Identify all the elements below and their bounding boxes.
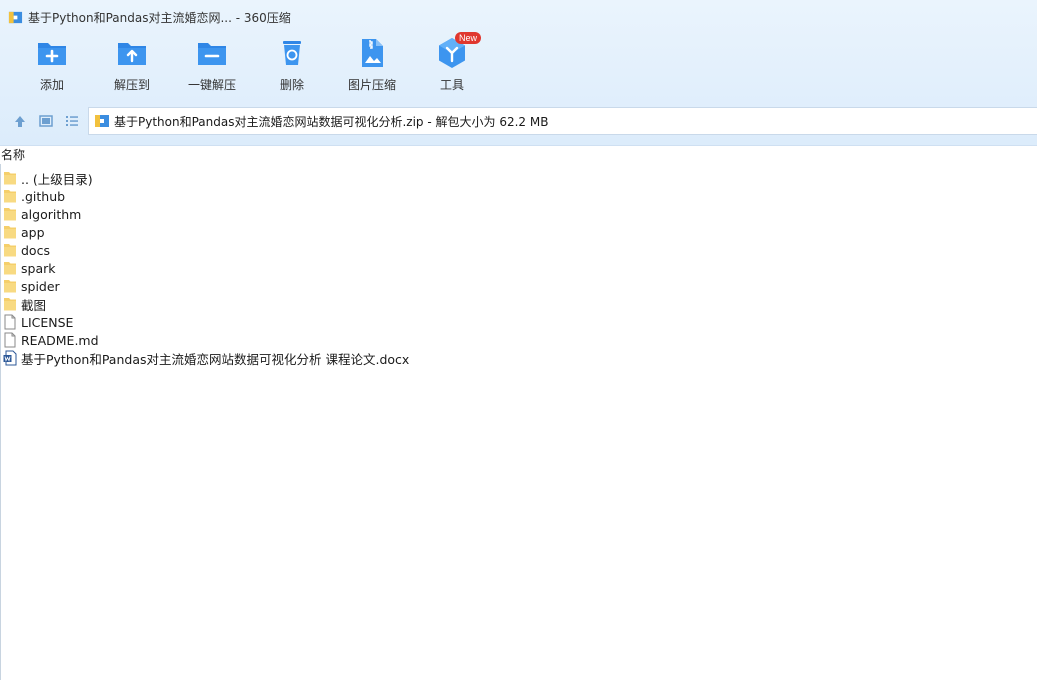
item-name: spider [21, 278, 60, 294]
file-icon [4, 314, 16, 330]
add-folder-icon [38, 43, 66, 65]
archive-icon [95, 115, 109, 127]
list-view-button[interactable] [63, 112, 81, 130]
file-row[interactable]: LICENSE [3, 313, 409, 331]
folder-icon [4, 298, 16, 311]
one-click-extract-icon [198, 43, 226, 65]
item-name: algorithm [21, 206, 82, 222]
item-name: .github [21, 188, 66, 204]
word-document-icon [3, 350, 17, 366]
tools-label: 工具 [439, 78, 464, 92]
folder-row[interactable]: algorithm [3, 205, 409, 223]
folder-row[interactable]: .. (上级目录) [3, 169, 409, 187]
image-compress-label: 图片压缩 [347, 78, 396, 92]
extract-to-icon [118, 43, 146, 65]
folder-row[interactable]: spider [3, 277, 409, 295]
extract-to-button[interactable]: 解压到 [92, 36, 172, 96]
arrow-up-icon [15, 116, 25, 127]
one-click-extract-button[interactable]: 一键解压 [172, 36, 252, 96]
file-icon [4, 332, 16, 348]
folder-icon [4, 280, 16, 293]
delete-label: 删除 [279, 78, 304, 92]
window-title: 基于Python和Pandas对主流婚恋网... - 360压缩 [28, 10, 291, 25]
delete-button[interactable]: 删除 [252, 36, 332, 96]
add-label: 添加 [39, 78, 64, 92]
folder-row[interactable]: app [3, 223, 409, 241]
item-name: spark [21, 260, 56, 276]
folder-icon [4, 244, 16, 257]
file-row[interactable]: 基于Python和Pandas对主流婚恋网站数据可视化分析 课程论文.docx [3, 349, 409, 367]
list-view-icon [66, 116, 78, 126]
one-click-extract-label: 一键解压 [187, 78, 236, 92]
folder-icon [4, 190, 16, 203]
toolbar: 添加 解压到 一键解压 删除 图片压缩 New 工具 [12, 32, 492, 96]
folder-row[interactable]: 截图 [3, 295, 409, 313]
add-button[interactable]: 添加 [12, 36, 92, 96]
up-button[interactable] [11, 112, 29, 130]
extract-to-label: 解压到 [113, 78, 150, 92]
new-badge: New [455, 32, 482, 44]
folder-row[interactable]: .github [3, 187, 409, 205]
top-bar: 基于Python和Pandas对主流婚恋网... - 360压缩 添加 解压到 [0, 0, 1037, 146]
address-text: 基于Python和Pandas对主流婚恋网站数据可视化分析.zip - 解包大小… [114, 114, 549, 129]
item-name: 截图 [21, 297, 47, 313]
app-logo-icon [8, 11, 23, 23]
image-compress-icon [362, 39, 383, 67]
tools-button[interactable]: New 工具 [412, 32, 492, 96]
item-name: docs [21, 242, 50, 258]
column-header-label: 名称 [1, 148, 26, 162]
folder-icon [4, 172, 16, 185]
navigation-bar: 基于Python和Pandas对主流婚恋网站数据可视化分析.zip - 解包大小… [0, 106, 1037, 136]
thumbnail-view-icon [39, 115, 53, 127]
item-name: 基于Python和Pandas对主流婚恋网站数据可视化分析 课程论文.docx [21, 351, 410, 367]
folder-row[interactable]: spark [3, 259, 409, 277]
folder-icon [4, 262, 16, 275]
file-list: .. (上级目录) .github algorithm app docs spark spi… [3, 169, 409, 367]
item-name: LICENSE [21, 314, 74, 330]
item-name: .. (上级目录) [21, 171, 93, 187]
item-name: app [21, 224, 45, 240]
column-header-name[interactable]: 名称 [0, 146, 1037, 164]
file-row[interactable]: README.md [3, 331, 409, 349]
list-border [0, 164, 1, 680]
address-bar[interactable]: 基于Python和Pandas对主流婚恋网站数据可视化分析.zip - 解包大小… [88, 107, 1037, 135]
item-name: README.md [21, 332, 99, 348]
thumbnail-view-button[interactable] [37, 112, 55, 130]
delete-icon [283, 41, 301, 65]
folder-icon [4, 226, 16, 239]
folder-row[interactable]: docs [3, 241, 409, 259]
title-bar: 基于Python和Pandas对主流婚恋网... - 360压缩 [8, 8, 291, 26]
folder-icon [4, 208, 16, 221]
image-compress-button[interactable]: 图片压缩 [332, 36, 412, 96]
